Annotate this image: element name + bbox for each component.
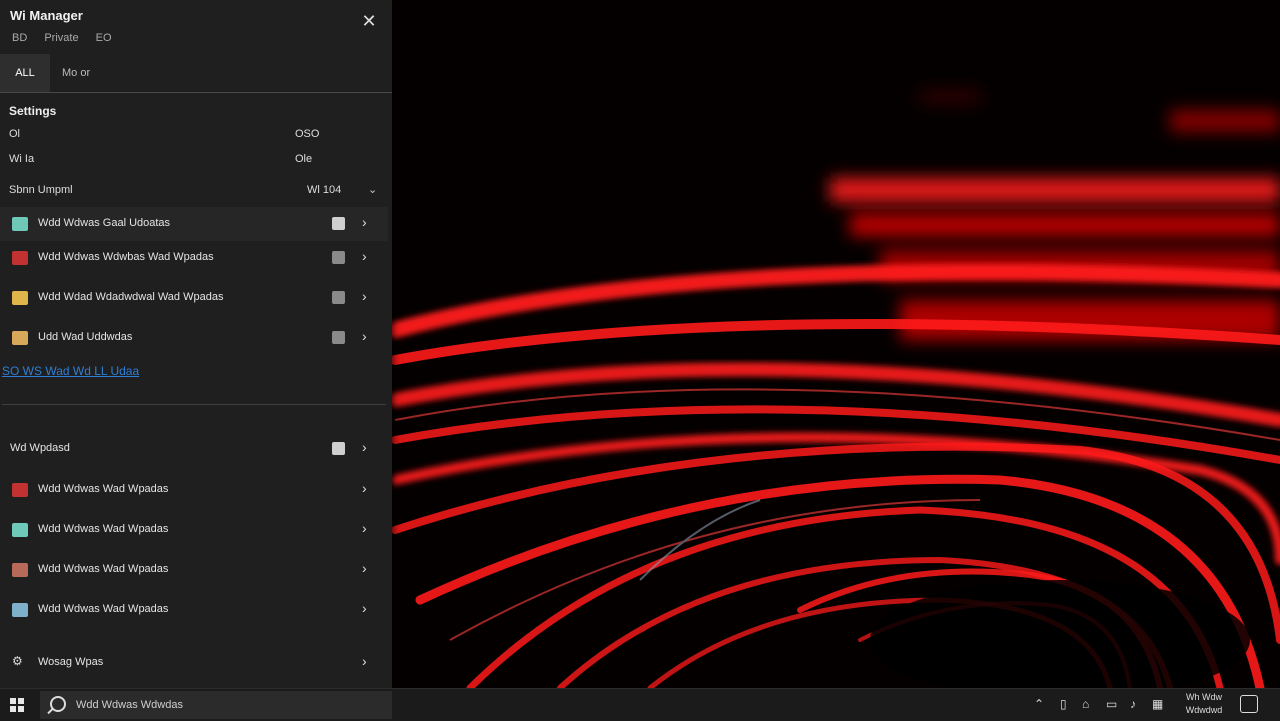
- display-icon[interactable]: ▭: [1106, 697, 1117, 711]
- list-item[interactable]: Wdd Wdwas Gaal Udoatas ›: [0, 207, 388, 241]
- list-item[interactable]: Wdd Wdwas Wad Wpadas ›: [0, 593, 388, 627]
- setting-value: OSO: [295, 128, 320, 140]
- toggle-square-icon[interactable]: [332, 217, 345, 230]
- list-item[interactable]: Wdd Wdwas Wad Wpadas ›: [0, 553, 388, 587]
- chevron-down-icon: ⌄: [368, 184, 378, 196]
- divider: [2, 404, 386, 405]
- network-app-icon: [12, 483, 28, 497]
- chevron-right-icon: ›: [362, 520, 367, 536]
- chevron-up-icon[interactable]: ⌃: [1034, 697, 1044, 711]
- chevron-right-icon: ›: [362, 288, 367, 304]
- network-app-icon: [12, 251, 28, 265]
- gear-icon: ⚙: [12, 654, 23, 668]
- close-icon[interactable]: ✕: [358, 10, 380, 32]
- settings-link[interactable]: SO WS Wad Wd LL Udaa: [2, 364, 139, 378]
- list-item-label: Wdd Wdad Wdadwdwal Wad Wpadas: [38, 291, 224, 303]
- dropdown-label: Sbnn Umpml: [9, 184, 73, 196]
- notification-icon[interactable]: [1240, 695, 1258, 713]
- windows-start-icon[interactable]: [10, 698, 24, 712]
- footer-label: Wosag Wpas: [38, 656, 104, 668]
- list-item-label: Wdd Wdwas Wdwbas Wad Wpadas: [38, 251, 214, 263]
- list-item-label: Wdd Wdwas Wad Wpadas: [38, 523, 169, 535]
- setting-row-2: Wi Ia Ole: [9, 153, 319, 169]
- chevron-right-icon: ›: [362, 214, 367, 230]
- list-item[interactable]: Wdd Wdwas Wdwbas Wad Wpadas ›: [0, 241, 388, 275]
- taskbar: Wdd Wdwas Wdwdas ⌃ ▯ ⌂ ▭ ♪ ▦ Wh Wdw Wdwd…: [0, 688, 1280, 721]
- network-app-icon: [12, 603, 28, 617]
- tab-bar: ALL Mo or: [0, 54, 392, 93]
- taskbar-search-box[interactable]: Wdd Wdwas Wdwdas: [40, 691, 392, 719]
- toggle-square-icon[interactable]: [332, 291, 345, 304]
- panel-title: Wi Manager: [10, 8, 83, 23]
- chevron-right-icon: ›: [362, 600, 367, 616]
- list-item-label: Wdd Wdwas Wad Wpadas: [38, 483, 169, 495]
- network-app-icon: [12, 563, 28, 577]
- subtab-bar: BD Private EO: [12, 32, 126, 44]
- list-item-label: Wdd Wdwas Wad Wpadas: [38, 603, 169, 615]
- volume-icon[interactable]: ♪: [1130, 697, 1136, 711]
- list-item[interactable]: Wdd Wdad Wdadwdwal Wad Wpadas ›: [0, 281, 388, 315]
- list-item-label: Wdd Wdwas Gaal Udoatas: [38, 217, 171, 229]
- settings-heading: Settings: [9, 104, 57, 118]
- list-item-label: Wdd Wdwas Wad Wpadas: [38, 563, 169, 575]
- chevron-right-icon: ›: [362, 480, 367, 496]
- toggle-square-icon[interactable]: [332, 331, 345, 344]
- wifi-manager-panel: Wi Manager ✕ BD Private EO ALL Mo or Set…: [0, 0, 392, 688]
- list-item[interactable]: Wdd Wdwas Wad Wpadas ›: [0, 513, 388, 547]
- search-text: Wdd Wdwas Wdwdas: [76, 699, 183, 711]
- chevron-right-icon: ›: [362, 439, 367, 455]
- list-item[interactable]: Wdd Wdwas Wad Wpadas ›: [0, 473, 388, 507]
- toggle-square-icon[interactable]: [332, 251, 345, 264]
- dropdown-value: Wl 104: [307, 184, 342, 196]
- setting-row-1: Ol OSO: [9, 128, 319, 144]
- dropdown-row[interactable]: Sbnn Umpml Wl 104 ⌄: [9, 184, 379, 202]
- subtab-2[interactable]: Private: [44, 32, 78, 44]
- footer-row[interactable]: ⚙ Wosag Wpas ›: [0, 646, 388, 680]
- list-item[interactable]: Udd Wad Uddwdas ›: [0, 321, 388, 355]
- network-app-icon: [12, 217, 28, 231]
- toggle-square-icon[interactable]: [332, 442, 345, 455]
- keyboard-icon[interactable]: ▦: [1152, 697, 1163, 711]
- chevron-right-icon: ›: [362, 328, 367, 344]
- network-app-icon: [12, 331, 28, 345]
- setting-key: Wi Ia: [9, 153, 35, 165]
- network-app-icon: [12, 523, 28, 537]
- chevron-right-icon: ›: [362, 653, 367, 669]
- list-item-label: Udd Wad Uddwdas: [38, 331, 133, 343]
- section2-header[interactable]: Wd Wpdasd ›: [0, 432, 388, 466]
- subtab-1[interactable]: BD: [12, 32, 27, 44]
- setting-key: Ol: [9, 128, 20, 140]
- taskbar-clock[interactable]: Wh Wdw Wdwdwd: [1176, 691, 1232, 717]
- tab-more[interactable]: Mo or: [62, 54, 90, 92]
- clock-date: Wdwdwd: [1185, 705, 1223, 715]
- network-icon[interactable]: ⌂: [1082, 697, 1089, 711]
- tab-all[interactable]: ALL: [0, 54, 50, 92]
- section2-label: Wd Wpdasd: [10, 442, 70, 454]
- clock-time: Wh Wdw: [1186, 692, 1222, 702]
- chevron-right-icon: ›: [362, 560, 367, 576]
- chevron-right-icon: ›: [362, 248, 367, 264]
- setting-value: Ole: [295, 153, 313, 165]
- subtab-3[interactable]: EO: [96, 32, 112, 44]
- search-icon: [50, 696, 66, 712]
- battery-icon[interactable]: ▯: [1060, 697, 1067, 711]
- network-app-icon: [12, 291, 28, 305]
